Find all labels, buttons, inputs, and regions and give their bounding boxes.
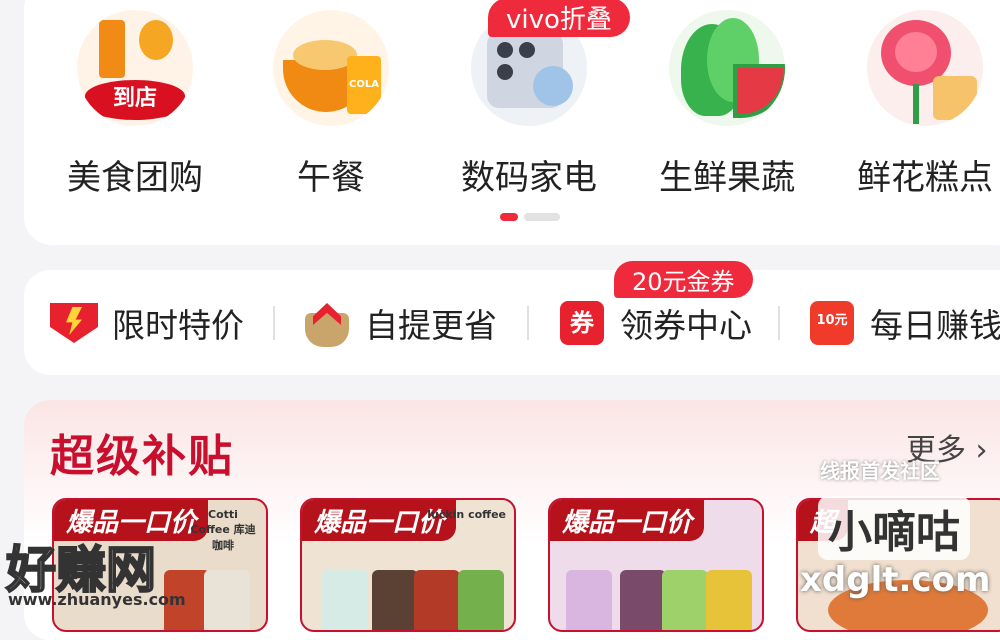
daily-earn-icon: 10元 [808,299,856,347]
category-food-groupbuy[interactable]: 到店 美食团购 [50,10,220,199]
product-brand: Cotti Coffee 库迪咖啡 [190,508,256,552]
quick-action-flash-sale[interactable]: 限时特价 [50,297,244,349]
drink-image [620,570,666,630]
category-label: 午餐 [297,158,365,198]
category-digital-appliance[interactable]: 数码家电 [444,10,614,199]
quick-action-pickup[interactable]: 自提更省 [303,297,497,349]
drink-image [706,570,752,630]
watermark-url: xdglt.com [800,560,991,600]
divider [527,306,529,340]
lunch-icon: COLA [273,10,389,126]
coupon-badge: 20元金券 [614,261,753,298]
drink-image [322,570,368,630]
drink-image [204,570,250,630]
pickup-icon [303,299,351,347]
drink-image [566,570,612,630]
product-brand: luckin coffee [427,508,506,521]
coupon-icon: 券 [558,299,606,347]
lightning-icon [50,299,98,347]
section-title: 超级补贴 [50,431,234,482]
divider [778,306,780,340]
pager-dot [524,213,560,221]
product-card[interactable]: 爆品一口价 [548,498,764,632]
quick-action-label: 限时特价 [112,306,244,345]
fresh-produce-icon [669,10,785,126]
category-fresh-produce[interactable]: 生鲜果蔬 [642,10,812,199]
watermark-site: www.zhuanyes.com [8,590,186,609]
category-label: 鲜花糕点 [857,158,993,198]
category-flower-cake[interactable]: 鲜花糕点 [840,10,1000,199]
food-groupbuy-icon: 到店 [77,10,193,126]
quick-action-label: 每日赚钱 [870,306,1000,345]
pager-dot-active [500,213,518,221]
category-promo-badge: vivo折叠 [488,0,630,37]
drink-image [458,570,504,630]
drink-image [662,570,708,630]
quick-action-label: 领券中心 [620,306,752,345]
flower-cake-icon [867,10,983,126]
drink-image [372,570,418,630]
quick-action-coupon-center[interactable]: 券 领券中心 [558,297,752,349]
category-label: 美食团购 [67,158,203,198]
category-label: 数码家电 [461,158,597,198]
category-label: 生鲜果蔬 [659,158,795,198]
watermark-text: 线报首发社区 [820,459,940,483]
category-lunch[interactable]: COLA 午餐 [246,10,416,199]
product-card[interactable]: 爆品一口价 luckin coffee [300,498,516,632]
watermark-logo: 小嘀咕 [818,496,970,560]
product-tag: 爆品一口价 [550,500,705,541]
quick-action-daily-earn[interactable]: 10元 每日赚钱 [808,297,1000,349]
divider [273,306,275,340]
drink-image [414,570,460,630]
quick-action-label: 自提更省 [365,306,497,345]
